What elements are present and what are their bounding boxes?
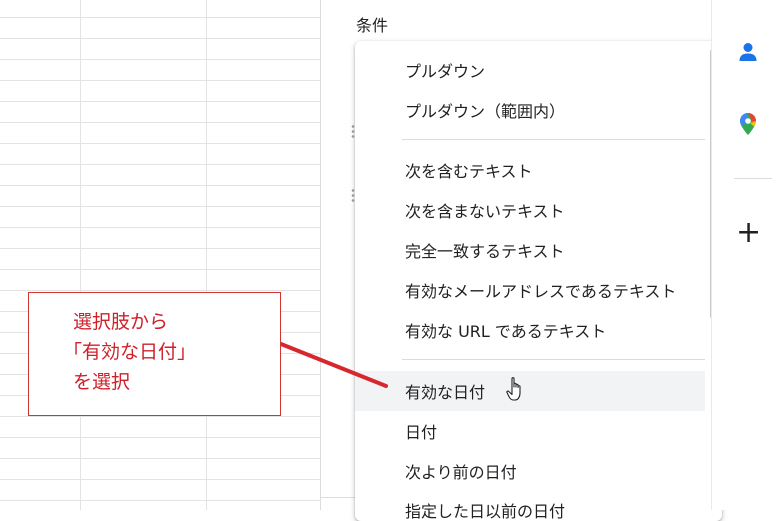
annotation-arrow [279, 342, 388, 388]
annotation-line: 「有効な日付」 [63, 341, 197, 363]
annotation-line: を選択 [73, 371, 131, 393]
annotation-line: 選択肢から [73, 311, 169, 333]
annotation-callout: 選択肢から 「有効な日付」 を選択 [28, 292, 281, 416]
annotation-text: 選択肢から 「有効な日付」 を選択 [63, 307, 196, 397]
